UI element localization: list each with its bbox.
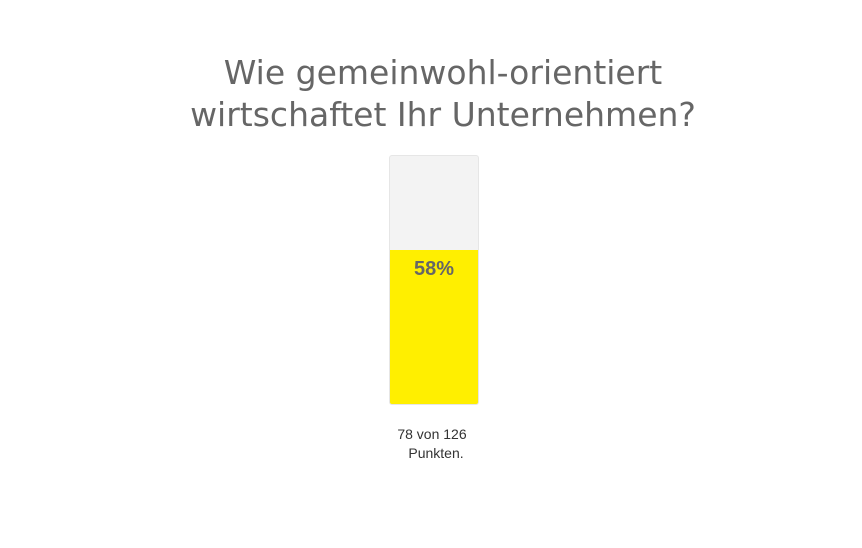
page-title-line-1: Wie gemeinwohl-orientiert <box>223 53 663 92</box>
score-progress-bar: 58% <box>389 155 479 405</box>
page-title: Wie gemeinwohl-orientiert wirtschaftet I… <box>0 52 862 136</box>
score-caption: 78 von 126 Punkten. <box>384 425 484 463</box>
score-percent-label: 58% <box>413 258 455 280</box>
result-page: Wie gemeinwohl-orientiert wirtschaftet I… <box>0 0 862 548</box>
page-title-line-2: wirtschaftet Ihr Unternehmen? <box>190 95 696 134</box>
score-caption-unit: Punkten. <box>408 445 464 461</box>
score-caption-points: 78 von 126 <box>397 426 467 442</box>
